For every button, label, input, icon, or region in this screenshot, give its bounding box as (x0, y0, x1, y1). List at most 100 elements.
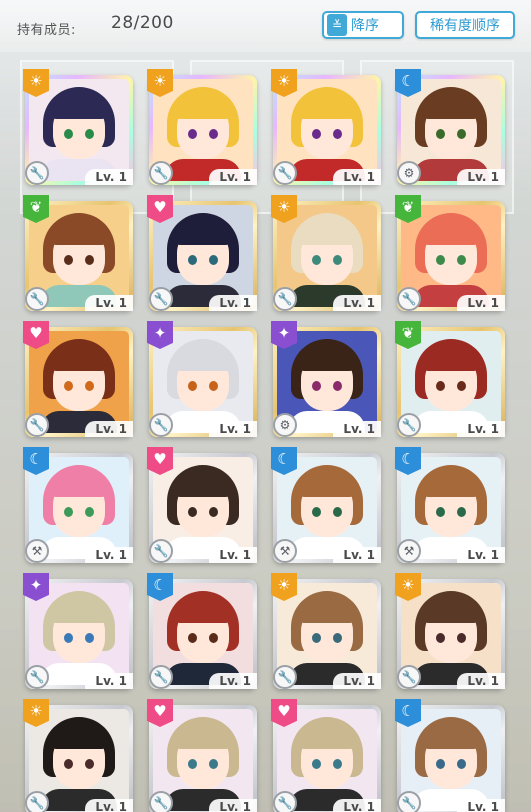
member-card[interactable]: ❦ 🔧 Lv. 1 (395, 321, 505, 437)
member-card[interactable]: ✦ ⚙ Lv. 1 (271, 321, 381, 437)
hammer-icon: ⚒ (25, 539, 49, 563)
member-card[interactable]: ♥ 🔧 Lv. 1 (147, 699, 257, 812)
portrait-bangs (423, 97, 479, 119)
level-label: Lv. 1 (333, 421, 381, 437)
member-card[interactable]: ☀ 🔧 Lv. 1 (271, 195, 381, 311)
portrait-bangs (423, 475, 479, 497)
level-label: Lv. 1 (85, 421, 133, 437)
member-card[interactable]: ✦ 🔧 Lv. 1 (23, 573, 133, 689)
portrait-eye (457, 759, 466, 769)
wrench-icon: 🔧 (25, 161, 49, 185)
member-card[interactable]: ☾ ⚒ Lv. 1 (271, 447, 381, 563)
member-card[interactable]: ♥ 🔧 Lv. 1 (271, 699, 381, 812)
sort-order-label: 降序 (351, 18, 379, 34)
portrait-eye (188, 255, 197, 265)
level-label: Lv. 1 (457, 673, 505, 689)
member-card[interactable]: ☀ 🔧 Lv. 1 (23, 69, 133, 185)
level-label: Lv. 1 (209, 547, 257, 563)
portrait-eye (64, 255, 73, 265)
portrait-bangs (175, 727, 231, 749)
portrait-eye (209, 381, 218, 391)
wrench-icon: 🔧 (149, 791, 173, 812)
portrait-eye (333, 759, 342, 769)
owned-members-label: 持有成员: (17, 23, 76, 38)
portrait-eye (436, 129, 445, 139)
portrait-bangs (423, 349, 479, 371)
sort-order-button[interactable]: ≚ 降序 (322, 11, 404, 39)
level-label: Lv. 1 (209, 799, 257, 812)
portrait-eye (457, 381, 466, 391)
wrench-icon: 🔧 (149, 161, 173, 185)
wrench-icon: 🔧 (273, 161, 297, 185)
portrait-eye (312, 633, 321, 643)
member-card[interactable]: ❦ 🔧 Lv. 1 (395, 195, 505, 311)
level-label: Lv. 1 (85, 799, 133, 812)
member-card[interactable]: ☀ 🔧 Lv. 1 (147, 69, 257, 185)
portrait-eye (188, 759, 197, 769)
wrench-icon: 🔧 (25, 791, 49, 812)
wrench-icon: 🔧 (25, 413, 49, 437)
portrait-eye (188, 507, 197, 517)
wrench-icon: 🔧 (273, 791, 297, 812)
level-label: Lv. 1 (209, 295, 257, 311)
member-card[interactable]: ♥ 🔧 Lv. 1 (147, 195, 257, 311)
member-card[interactable]: ♥ 🔧 Lv. 1 (23, 321, 133, 437)
portrait-eye (436, 633, 445, 643)
hammer-icon: ⚒ (397, 539, 421, 563)
portrait-eye (457, 255, 466, 265)
level-label: Lv. 1 (333, 547, 381, 563)
member-card[interactable]: ☾ ⚙ Lv. 1 (395, 69, 505, 185)
wrench-icon: 🔧 (273, 665, 297, 689)
portrait-eye (85, 255, 94, 265)
member-card[interactable]: ☀ 🔧 Lv. 1 (271, 573, 381, 689)
portrait-eye (85, 759, 94, 769)
portrait-bangs (299, 601, 355, 623)
portrait-eye (64, 633, 73, 643)
member-card[interactable]: ☀ 🔧 Lv. 1 (271, 69, 381, 185)
level-label: Lv. 1 (209, 169, 257, 185)
portrait-eye (312, 759, 321, 769)
portrait-eye (188, 381, 197, 391)
gear-icon: ⚙ (397, 161, 421, 185)
member-card[interactable]: ☾ ⚒ Lv. 1 (23, 447, 133, 563)
member-card[interactable]: ☀ 🔧 Lv. 1 (23, 699, 133, 812)
wrench-icon: 🔧 (149, 287, 173, 311)
member-card[interactable]: ☾ 🔧 Lv. 1 (395, 699, 505, 812)
portrait-eye (85, 507, 94, 517)
portrait-bangs (175, 223, 231, 245)
member-card[interactable]: ✦ 🔧 Lv. 1 (147, 321, 257, 437)
rarity-sort-label: 稀有度顺序 (430, 18, 500, 34)
level-label: Lv. 1 (85, 169, 133, 185)
level-label: Lv. 1 (457, 421, 505, 437)
owned-members-count: 28/200 (111, 13, 174, 33)
portrait-eye (188, 129, 197, 139)
level-label: Lv. 1 (333, 673, 381, 689)
portrait-eye (312, 381, 321, 391)
member-card[interactable]: ☀ 🔧 Lv. 1 (395, 573, 505, 689)
portrait-eye (436, 759, 445, 769)
level-label: Lv. 1 (457, 547, 505, 563)
member-card[interactable]: ❦ 🔧 Lv. 1 (23, 195, 133, 311)
portrait-eye (312, 507, 321, 517)
portrait-eye (333, 507, 342, 517)
portrait-bangs (299, 727, 355, 749)
portrait-bangs (423, 223, 479, 245)
portrait-eye (333, 129, 342, 139)
level-label: Lv. 1 (209, 421, 257, 437)
portrait-bangs (423, 601, 479, 623)
portrait-eye (457, 633, 466, 643)
portrait-eye (333, 381, 342, 391)
level-label: Lv. 1 (209, 673, 257, 689)
portrait-eye (85, 129, 94, 139)
member-card[interactable]: ☾ ⚒ Lv. 1 (395, 447, 505, 563)
portrait-eye (457, 129, 466, 139)
member-card[interactable]: ☾ 🔧 Lv. 1 (147, 573, 257, 689)
portrait-bangs (299, 223, 355, 245)
wrench-icon: 🔧 (149, 413, 173, 437)
level-label: Lv. 1 (457, 295, 505, 311)
rarity-sort-button[interactable]: 稀有度顺序 (415, 11, 515, 39)
gear-icon: ⚙ (273, 413, 297, 437)
member-card[interactable]: ♥ 🔧 Lv. 1 (147, 447, 257, 563)
level-label: Lv. 1 (457, 169, 505, 185)
wrench-icon: 🔧 (397, 791, 421, 812)
